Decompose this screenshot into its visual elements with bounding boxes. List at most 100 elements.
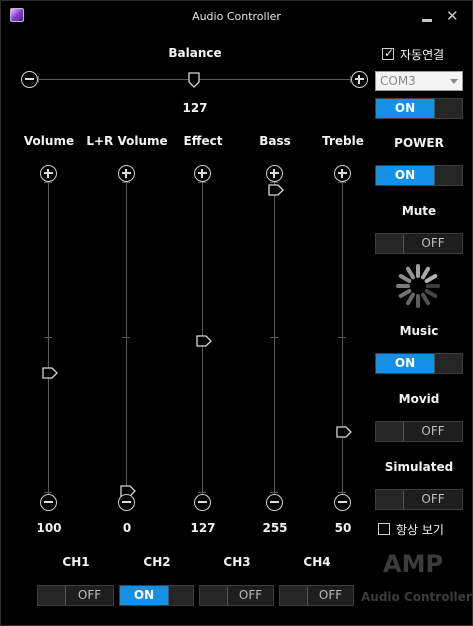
power-label: POWER [394,136,444,150]
simulated-label: Simulated [384,460,454,474]
chevron-down-icon [450,79,458,84]
audio-controller-window: Audio Controller ✕ Balance 127 Volume L+… [0,0,473,626]
treble-value: 50 [334,521,352,535]
lr-volume-tick [122,182,130,183]
bass-tick [270,492,278,493]
lr-volume-decrease-button[interactable] [118,494,135,511]
bass-decrease-button[interactable] [266,494,283,511]
ch4-label: CH4 [303,555,331,569]
auto-connect-checkbox[interactable]: ✓ [382,46,395,60]
toggle-knob [434,99,462,118]
simulated-toggle-text: OFF [421,492,445,506]
music-toggle[interactable]: ON [375,353,463,374]
effect-slider-thumb[interactable] [196,332,213,351]
ch2-toggle-text: ON [120,586,168,605]
toggle-knob [434,166,462,185]
treble-tick [338,182,346,183]
volume-tick [44,492,52,493]
treble-tick [338,492,346,493]
lr-volume-increase-button[interactable] [118,165,135,182]
window-title: Audio Controller [192,10,281,23]
toggle-knob [434,354,462,373]
power-toggle[interactable]: ON [375,165,463,186]
music-label: Music [399,324,439,338]
toggle-knob [280,586,308,605]
lr-volume-label: L+R Volume [86,134,168,148]
lr-volume-track[interactable] [126,182,127,494]
connect-toggle[interactable]: ON [375,98,463,119]
balance-value: 127 [182,101,208,115]
ch3-toggle[interactable]: OFF [199,585,274,606]
balance-slider-thumb[interactable] [188,72,200,88]
ch1-toggle[interactable]: OFF [37,585,114,606]
port-select-value: COM3 [380,74,416,88]
checkmark-icon: ✓ [384,46,395,60]
port-select[interactable]: COM3 [375,71,463,91]
balance-label: Balance [168,46,222,60]
music-toggle-text: ON [376,354,434,373]
ch1-label: CH1 [62,555,90,569]
power-toggle-text: ON [376,166,434,185]
simulated-toggle[interactable]: OFF [375,489,463,510]
volume-value: 100 [36,521,62,535]
toggle-knob [168,586,193,605]
brand-subtitle: Audio Controller [361,590,472,604]
volume-decrease-button[interactable] [40,494,57,511]
volume-label: Volume [23,134,75,148]
movid-toggle-text: OFF [421,424,445,438]
treble-decrease-button[interactable] [334,494,351,511]
balance-decrease-button[interactable] [21,71,38,88]
ch2-label: CH2 [143,555,171,569]
volume-increase-button[interactable] [40,165,57,182]
title-bar[interactable]: Audio Controller ✕ [1,1,472,31]
volume-tick [44,182,52,183]
toggle-knob [376,490,404,509]
balance-tick [38,76,39,83]
treble-increase-button[interactable] [334,165,351,182]
balance-increase-button[interactable] [351,71,368,88]
always-on-top-label: 항상 보기 [396,523,444,537]
ch1-toggle-text: OFF [77,588,102,602]
close-icon[interactable]: ✕ [446,9,459,24]
auto-connect-label: 자동연결 [400,48,445,62]
lr-volume-tick [122,337,130,338]
movid-toggle[interactable]: OFF [375,421,463,442]
minimize-icon[interactable] [422,19,432,22]
bass-value: 255 [262,521,288,535]
ch3-toggle-text: OFF [238,588,263,602]
effect-increase-button[interactable] [194,165,211,182]
treble-track[interactable] [342,182,343,494]
mute-toggle-text: OFF [421,236,445,250]
ch3-label: CH3 [223,555,251,569]
effect-value: 127 [190,521,216,535]
amp-logo-text: AMP [383,550,444,578]
effect-tick [198,182,206,183]
toggle-knob [200,586,228,605]
treble-label: Treble [322,134,364,148]
bass-increase-button[interactable] [266,165,283,182]
volume-slider-thumb[interactable] [42,364,59,383]
treble-slider-thumb[interactable] [336,423,353,442]
ch2-toggle[interactable]: ON [119,585,194,606]
effect-label: Effect [183,134,223,148]
bass-tick [270,337,278,338]
bass-track[interactable] [274,182,275,494]
toggle-knob [376,234,404,253]
toggle-knob [38,586,66,605]
movid-label: Movid [398,392,440,406]
effect-tick [198,492,206,493]
volume-tick [44,337,52,338]
loading-spinner-icon [395,263,441,309]
always-on-top-checkbox[interactable] [378,523,390,535]
treble-tick [338,337,346,338]
volume-track[interactable] [48,182,49,494]
ch4-toggle[interactable]: OFF [279,585,354,606]
connect-toggle-text: ON [376,99,434,118]
effect-decrease-button[interactable] [194,494,211,511]
mute-label: Mute [401,204,437,218]
ch4-toggle-text: OFF [318,588,343,602]
lr-volume-value: 0 [122,521,132,535]
toggle-knob [376,422,404,441]
bass-slider-thumb[interactable] [268,181,285,200]
mute-toggle[interactable]: OFF [375,233,463,254]
